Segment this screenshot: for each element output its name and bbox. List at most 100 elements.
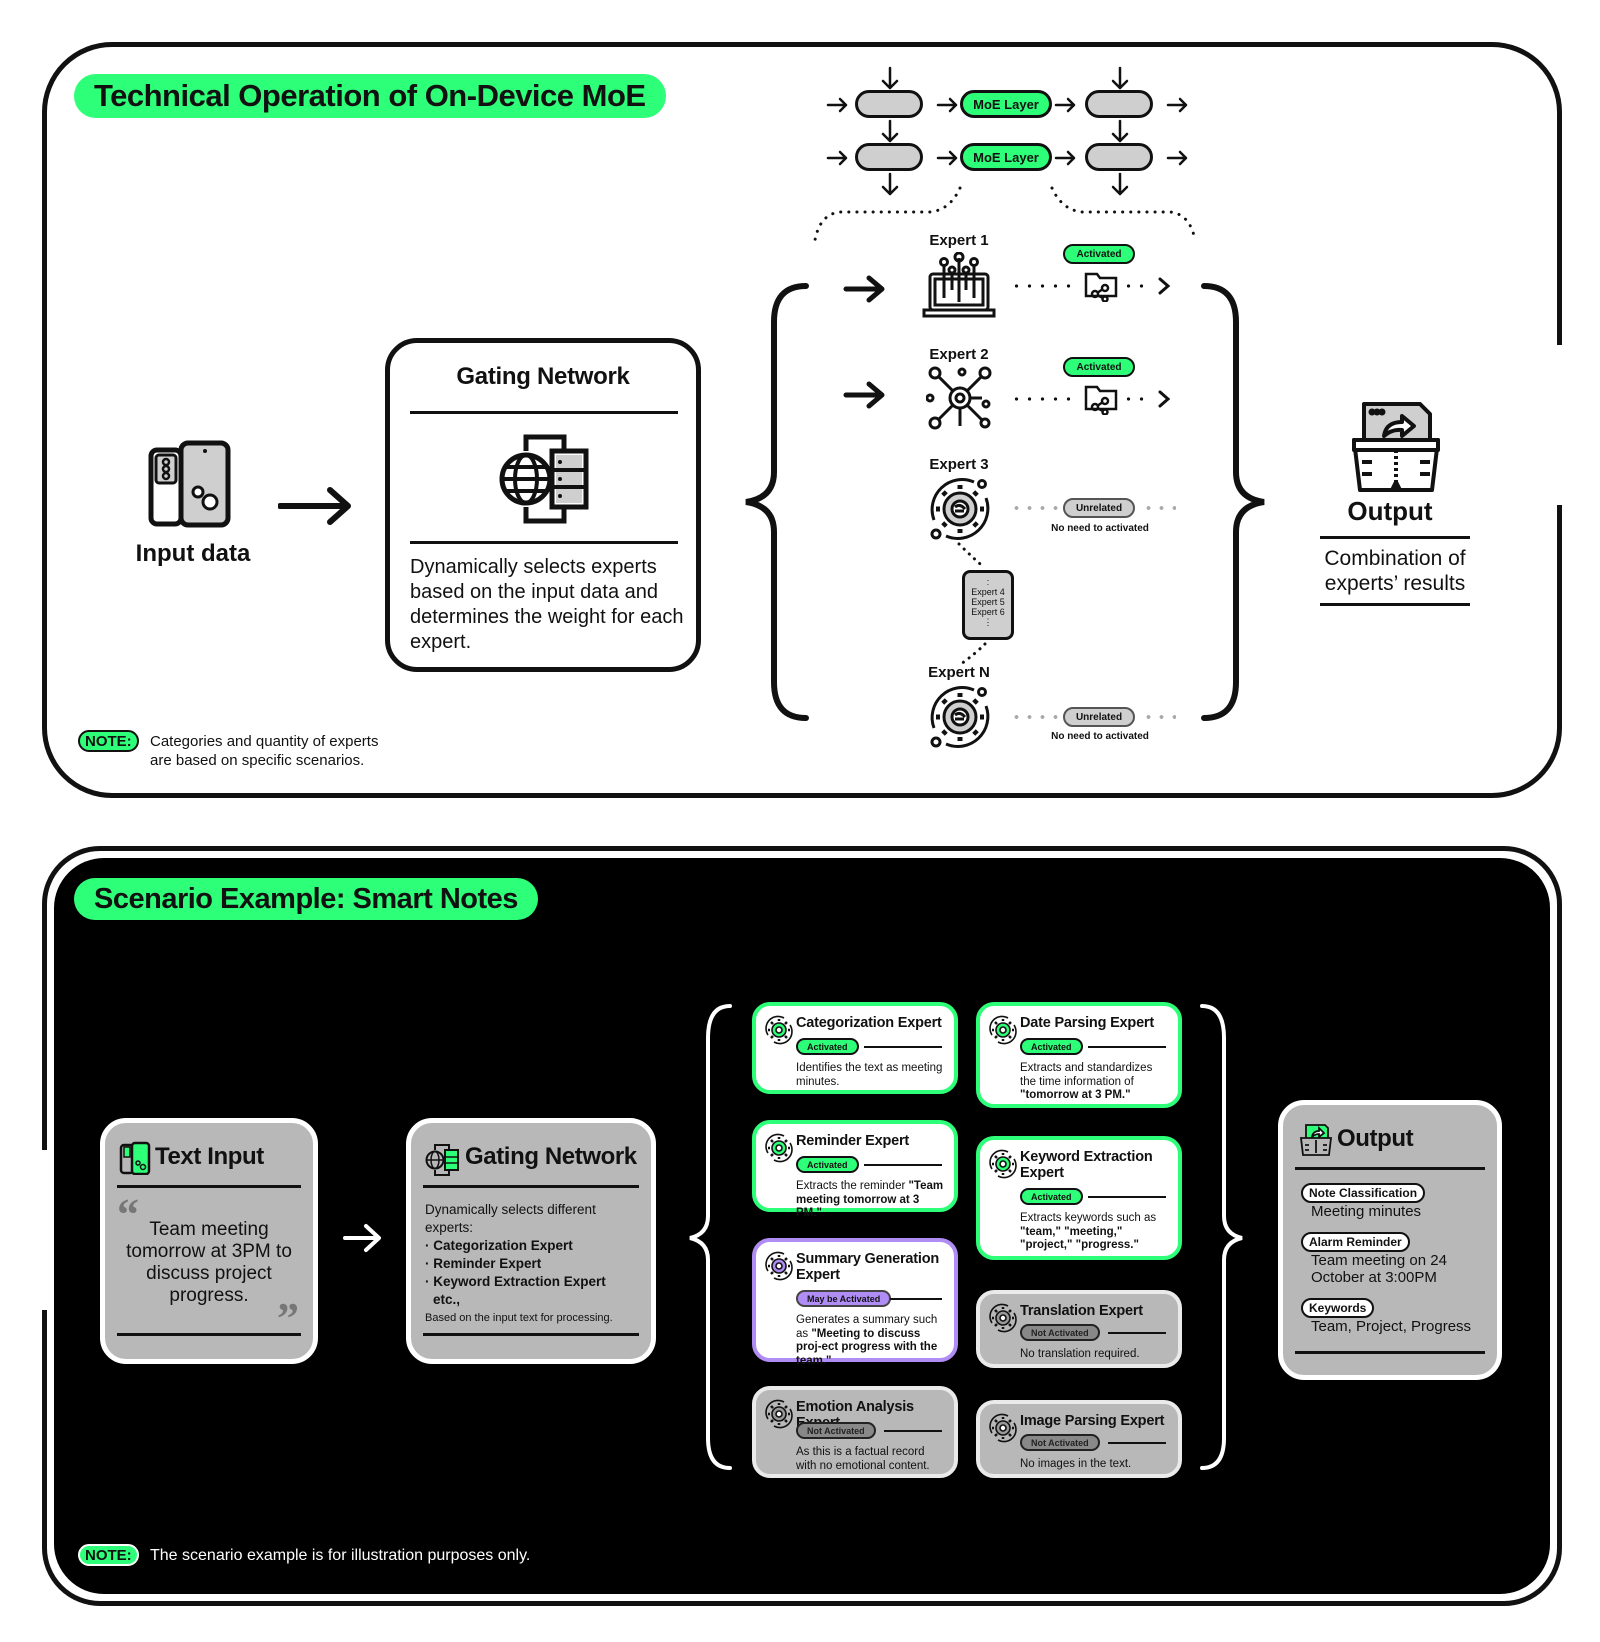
expert-title: Date Parsing Expert — [1020, 1015, 1154, 1031]
gear-icon — [765, 1251, 793, 1281]
divider — [890, 1298, 942, 1300]
gear-icon — [989, 1303, 1017, 1333]
globe-server-icon — [425, 1144, 459, 1176]
gear-icon — [989, 1413, 1017, 1443]
desc-text: Extracts and standardizes the time infor… — [1020, 1062, 1153, 1088]
chevron-right-icon — [1158, 390, 1171, 408]
more-experts-stack: : Expert 4 Expert 5 Expert 6 ⋮ — [962, 570, 1014, 640]
output-description: Combination of experts’ results — [1324, 547, 1466, 595]
expert-5-label: Expert 5 — [971, 597, 1005, 607]
ellipsis: : — [986, 577, 990, 587]
field-value: Team, Project, Progress — [1311, 1318, 1472, 1335]
note-line: Categories and quantity of experts — [150, 733, 379, 750]
output-field: Alarm Reminder Team meeting on 24 Octobe… — [1301, 1232, 1489, 1286]
divider — [1295, 1351, 1485, 1354]
desc-emphasis: "Meeting to discuss proj-ect progress wi… — [796, 1327, 938, 1367]
output-box-icon — [1352, 402, 1440, 492]
close-quote-icon: ” — [277, 1294, 299, 1343]
dotted-connector — [1010, 715, 1062, 719]
expert-card-keyword-extraction: Keyword Extraction Expert Activated Extr… — [976, 1136, 1182, 1260]
desc-text: No translation required. — [1020, 1348, 1140, 1360]
gear-icon — [989, 1015, 1017, 1045]
moe-layer-block: MoE Layer — [960, 143, 1052, 171]
selected-expert-item: · Reminder Expert — [425, 1256, 542, 1271]
laptop-circuit-icon — [922, 252, 996, 318]
note-text: The scenario example is for illustration… — [150, 1547, 531, 1564]
desc-emphasis: "team," "meeting," "project," "progress.… — [1020, 1225, 1139, 1252]
expert-title: Categorization Expert — [796, 1015, 942, 1031]
left-brace — [689, 1004, 732, 1470]
text-input-card: Text Input “ Team meeting tomorrow at 3P… — [100, 1118, 318, 1364]
network-hub-icon — [926, 366, 992, 430]
status-badge: Not Activated — [1020, 1434, 1100, 1451]
dotted-connector — [1142, 506, 1176, 510]
divider — [410, 541, 678, 544]
left-brace — [745, 283, 809, 721]
expert-description: Extracts keywords such as "team," "meeti… — [1020, 1212, 1168, 1253]
border-gap — [1550, 345, 1570, 505]
expert-card-summary-generation: Summary Generation Expert May be Activat… — [752, 1238, 958, 1367]
expert-title: Translation Expert — [1020, 1303, 1143, 1319]
arrow-right-icon — [843, 275, 885, 303]
expert-card-date-parsing: Date Parsing Expert Activated Extracts a… — [976, 1002, 1182, 1108]
divider — [864, 1164, 942, 1166]
divider — [410, 411, 678, 414]
desc-text: As this is a factual record with no emot… — [796, 1446, 930, 1472]
expert-description: Identifies the text as meeting minutes. — [796, 1062, 944, 1089]
note-badge: NOTE: — [78, 1544, 139, 1566]
expert-2-label: Expert 2 — [929, 346, 989, 363]
divider — [1088, 1196, 1166, 1198]
layer-block — [855, 143, 923, 171]
gating-network-title: Gating Network — [465, 1143, 637, 1170]
status-badge: May be Activated — [796, 1290, 892, 1307]
dotted-connector — [1010, 284, 1078, 288]
expert-title: Reminder Expert — [796, 1133, 910, 1149]
gear-cycle-icon — [930, 478, 990, 540]
expert-description: Generates a summary such as "Meeting to … — [796, 1314, 944, 1368]
field-tag: Keywords — [1301, 1298, 1375, 1318]
expert-1-label: Expert 1 — [929, 232, 989, 249]
input-data-label: Input data — [135, 540, 251, 567]
expert-card-categorization: Categorization Expert Activated Identifi… — [752, 1002, 958, 1094]
gating-network-description: Dynamically selects experts based on the… — [410, 556, 684, 653]
globe-server-icon — [499, 434, 589, 524]
status-subtext: No need to activated — [1051, 731, 1149, 742]
dotted-connector — [1010, 397, 1078, 401]
divider — [117, 1185, 301, 1188]
section-title: Scenario Example: Smart Notes — [74, 878, 538, 920]
status-badge: Activated — [796, 1156, 859, 1173]
desc-text: Identifies the text as meeting minutes. — [796, 1062, 943, 1088]
field-value: Meeting minutes — [1311, 1203, 1422, 1220]
arrow-right-icon — [843, 381, 885, 409]
field-tag: Note Classification — [1301, 1183, 1426, 1203]
gear-icon — [765, 1133, 793, 1163]
status-subtext: No need to activated — [1051, 523, 1149, 534]
output-card: Output Note Classification Meeting minut… — [1278, 1100, 1502, 1380]
status-badge: Activated — [1020, 1188, 1083, 1205]
note-line: are based on specific scenarios. — [150, 752, 365, 769]
selected-expert-item: · Categorization Expert — [425, 1238, 573, 1253]
divider — [1088, 1046, 1166, 1048]
dotted-connector — [1010, 506, 1062, 510]
zoom-connector — [813, 186, 1197, 242]
divider — [423, 1333, 639, 1336]
desc-text: No images in the text. — [1020, 1458, 1132, 1470]
etc-label: etc., — [433, 1292, 461, 1307]
gear-icon — [765, 1015, 793, 1045]
chevron-right-icon — [1158, 277, 1171, 295]
expert-title: Image Parsing Expert — [1020, 1413, 1165, 1429]
expert-card-emotion-analysis: Emotion Analysis Expert Not Activated As… — [752, 1386, 958, 1478]
input-text: Team meeting tomorrow at 3PM to discuss … — [126, 1219, 292, 1306]
expert-3-label: Expert 3 — [929, 456, 989, 473]
folder-share-icon — [1084, 272, 1118, 302]
status-badge: Activated — [796, 1038, 859, 1055]
divider — [1108, 1442, 1166, 1444]
expert-description: As this is a factual record with no emot… — [796, 1446, 944, 1473]
text-input-title: Text Input — [155, 1143, 264, 1170]
divider — [117, 1333, 301, 1336]
output-fields: Note Classification Meeting minutes Alar… — [1301, 1183, 1489, 1335]
divider — [1295, 1167, 1485, 1170]
ellipsis: ⋮ — [983, 617, 993, 627]
right-brace — [1201, 283, 1265, 721]
expert-description: No images in the text. — [1020, 1458, 1168, 1472]
